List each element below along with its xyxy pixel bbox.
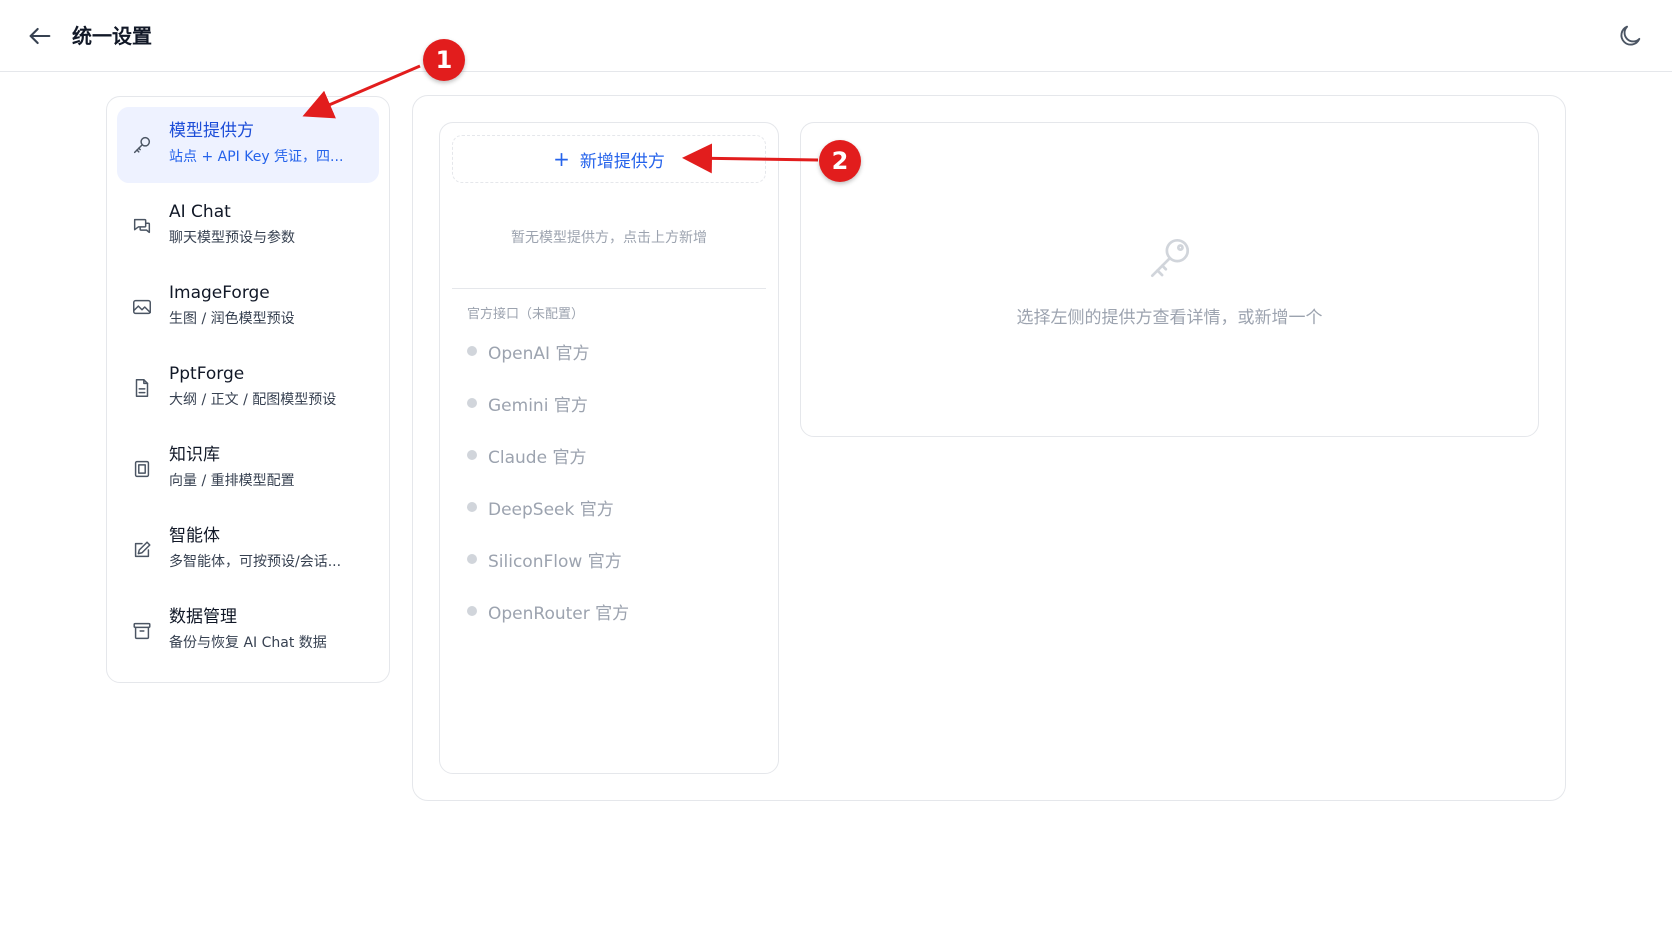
provider-detail-panel: 选择左侧的提供方查看详情，或新增一个 — [800, 122, 1539, 437]
book-icon — [134, 460, 150, 478]
sidebar-item-data-management[interactable]: 数据管理 备份与恢复 AI Chat 数据 — [117, 593, 379, 669]
sidebar-item-ai-chat[interactable]: AI Chat 聊天模型预设与参数 — [117, 188, 379, 264]
provider-item-claude[interactable]: Claude 官方 — [467, 440, 586, 470]
archive-icon — [133, 622, 151, 640]
sidebar-item-subtitle: 多智能体，可按预设/会话... — [169, 554, 342, 570]
provider-name: OpenRouter 官方 — [488, 603, 630, 624]
provider-name: Gemini 官方 — [488, 395, 588, 416]
plus-icon: + — [553, 147, 570, 171]
sidebar-item-imageforge[interactable]: ImageForge 生图 / 润色模型预设 — [117, 269, 379, 345]
back-button[interactable] — [26, 22, 54, 50]
sidebar-item-label: PptForge — [169, 364, 245, 384]
arrow-left-icon — [29, 27, 51, 45]
edit-icon — [134, 541, 151, 558]
sidebar-item-subtitle: 备份与恢复 AI Chat 数据 — [169, 635, 327, 651]
sidebar-item-label: 模型提供方 — [169, 121, 254, 141]
sidebar-item-subtitle: 站点 + API Key 凭证，四... — [169, 149, 344, 165]
provider-list-panel: + 新增提供方 暂无模型提供方，点击上方新增 官方接口（未配置） OpenAI … — [439, 122, 779, 774]
official-section-label: 官方接口（未配置） — [467, 307, 585, 322]
provider-name: Claude 官方 — [488, 447, 587, 468]
provider-item-openrouter[interactable]: OpenRouter 官方 — [467, 596, 629, 626]
provider-name: OpenAI 官方 — [488, 343, 590, 364]
key-icon — [1150, 238, 1190, 278]
sidebar-item-subtitle: 向量 / 重排模型配置 — [169, 473, 295, 489]
document-icon — [135, 379, 149, 397]
sidebar-item-label: 知识库 — [169, 445, 220, 465]
status-dot-icon — [467, 450, 477, 460]
sidebar-item-label: AI Chat — [169, 202, 231, 222]
sidebar-item-label: 数据管理 — [169, 607, 237, 627]
sidebar-item-subtitle: 聊天模型预设与参数 — [169, 230, 295, 246]
sidebar-item-model-providers[interactable]: 模型提供方 站点 + API Key 凭证，四... — [117, 107, 379, 183]
page-title: 统一设置 — [72, 24, 152, 48]
provider-item-openai[interactable]: OpenAI 官方 — [467, 336, 589, 366]
sidebar-item-subtitle: 生图 / 润色模型预设 — [169, 311, 295, 327]
provider-name: SiliconFlow 官方 — [488, 551, 622, 572]
annotation-marker-1: 1 — [423, 39, 465, 81]
annotation-marker-2: 2 — [819, 140, 861, 182]
provider-item-gemini[interactable]: Gemini 官方 — [467, 388, 588, 418]
detail-placeholder-text: 选择左侧的提供方查看详情，或新增一个 — [1016, 308, 1323, 328]
moon-icon — [1620, 25, 1641, 46]
add-provider-label: 新增提供方 — [579, 151, 665, 172]
sidebar-item-agents[interactable]: 智能体 多智能体，可按预设/会话... — [117, 512, 379, 588]
sidebar-item-label: ImageForge — [169, 283, 270, 303]
theme-toggle-button[interactable] — [1616, 22, 1644, 50]
empty-providers-text: 暂无模型提供方，点击上方新增 — [511, 230, 707, 246]
top-bar: 统一设置 — [0, 0, 1672, 72]
provider-item-deepseek[interactable]: DeepSeek 官方 — [467, 492, 614, 522]
provider-item-siliconflow[interactable]: SiliconFlow 官方 — [467, 544, 622, 574]
divider — [452, 288, 766, 289]
chat-bubbles-icon — [133, 218, 151, 234]
sidebar-item-knowledge-base[interactable]: 知识库 向量 / 重排模型配置 — [117, 431, 379, 507]
status-dot-icon — [467, 606, 477, 616]
image-icon — [133, 299, 151, 315]
status-dot-icon — [467, 554, 477, 564]
status-dot-icon — [467, 398, 477, 408]
status-dot-icon — [467, 346, 477, 356]
key-icon — [133, 136, 151, 154]
provider-name: DeepSeek 官方 — [488, 499, 614, 520]
sidebar-item-label: 智能体 — [169, 526, 220, 546]
status-dot-icon — [467, 502, 477, 512]
sidebar-item-subtitle: 大纲 / 正文 / 配图模型预设 — [169, 392, 337, 408]
add-provider-button[interactable]: + 新增提供方 — [452, 135, 766, 183]
sidebar-item-pptforge[interactable]: PptForge 大纲 / 正文 / 配图模型预设 — [117, 350, 379, 426]
settings-sidebar: 模型提供方 站点 + API Key 凭证，四... AI Chat 聊天模型预… — [106, 96, 390, 683]
